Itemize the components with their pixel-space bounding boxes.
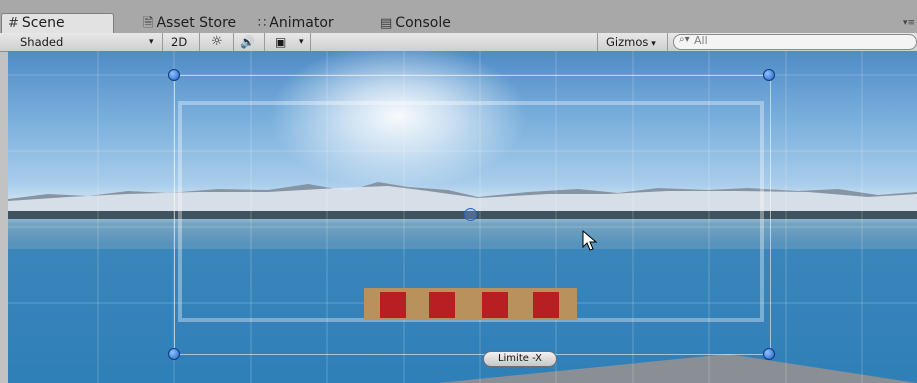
tab-label: Animator [269, 15, 334, 31]
tab-label: Asset Store [156, 15, 237, 31]
tab-bar: # Scene 🗎 Asset Store ∷ Animator ▤ Console ▾… [0, 0, 917, 33]
tab-label: Console [395, 15, 451, 31]
gizmos-dropdown[interactable]: Gizmos ▾ [606, 33, 656, 51]
tab-label: Scene [21, 15, 65, 31]
pivot-handle[interactable] [464, 208, 477, 221]
toggle-2d-button[interactable]: 2D [171, 33, 187, 51]
mouse-cursor-icon [582, 230, 598, 251]
red-block [482, 292, 508, 318]
red-block [429, 292, 455, 318]
chevron-down-icon[interactable]: ▾ [149, 33, 154, 51]
animator-icon: ∷ [258, 16, 267, 31]
grid-icon: # [8, 16, 19, 31]
audio-toggle-icon[interactable]: 🔊 [240, 33, 255, 51]
effects-toggle-icon[interactable]: ▣ [275, 33, 286, 51]
lighting-toggle-icon[interactable]: ☼ [211, 33, 223, 51]
console-icon: ▤ [380, 16, 393, 31]
tab-animator[interactable]: ∷ Animator [258, 14, 334, 33]
search-input[interactable]: ⌕▾ All [673, 34, 917, 50]
limit-object-label[interactable]: Limite -X [483, 351, 557, 367]
shading-mode-dropdown[interactable]: Shaded [20, 33, 63, 51]
red-block [380, 292, 406, 318]
tab-console[interactable]: ▤ Console [380, 14, 451, 33]
resize-handle-top-left[interactable] [168, 69, 180, 81]
resize-handle-bottom-right[interactable] [763, 348, 775, 360]
search-placeholder: All [694, 34, 708, 47]
effects-dropdown-icon[interactable]: ▾ [299, 33, 304, 51]
store-icon: 🗎 [143, 16, 154, 31]
resize-handle-top-right[interactable] [763, 69, 775, 81]
tab-menu-icon[interactable]: ▾≡ [903, 18, 915, 28]
red-block [533, 292, 559, 318]
brick-platform[interactable] [364, 288, 577, 320]
scene-viewport[interactable]: Limite -X [8, 51, 917, 383]
scene-toolbar: Shaded ▾ 2D ☼ 🔊 ▣ ▾ Gizmos ▾ ⌕▾ All [0, 33, 917, 52]
shading-mode-label: Shaded [20, 35, 64, 49]
limit-label-text: Limite -X [497, 353, 543, 364]
gizmos-label: Gizmos [606, 35, 649, 49]
toggle-2d-label: 2D [171, 35, 188, 49]
tab-asset-store[interactable]: 🗎 Asset Store [143, 14, 236, 33]
resize-handle-bottom-left[interactable] [168, 348, 180, 360]
search-icon: ⌕▾ [679, 34, 690, 45]
tab-scene[interactable]: # Scene [1, 13, 114, 33]
